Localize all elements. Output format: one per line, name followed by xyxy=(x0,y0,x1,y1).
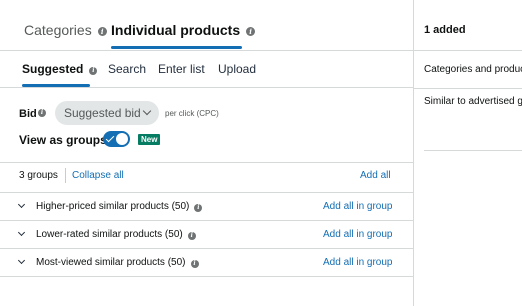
new-badge: New xyxy=(138,134,161,145)
info-icon[interactable]: i xyxy=(187,232,196,240)
targeting-panel: Categories i Individual products i Suggest… xyxy=(0,0,414,306)
add-all-in-group-link[interactable]: Add all in group xyxy=(323,201,393,212)
divider xyxy=(414,88,522,89)
separator xyxy=(65,168,66,183)
tab-individual-products-label: Individual products xyxy=(111,22,241,38)
bid-dropdown[interactable]: Suggested bid xyxy=(55,101,159,125)
divider xyxy=(0,276,414,277)
chevron-down-icon[interactable] xyxy=(17,228,26,237)
tab-categories[interactable]: Categories i xyxy=(24,22,107,38)
info-icon[interactable]: i xyxy=(89,67,98,75)
info-icon[interactable]: i xyxy=(38,109,46,117)
group-name: Higher-priced similar products (50) i xyxy=(36,201,203,212)
chevron-down-icon[interactable] xyxy=(17,256,26,265)
add-all-link[interactable]: Add all xyxy=(360,170,391,181)
bid-dropdown-value: Suggested bid xyxy=(64,106,141,120)
group-name: Most-viewed similar products (50) i xyxy=(36,257,199,268)
add-all-in-group-link[interactable]: Add all in group xyxy=(323,229,393,240)
view-as-groups-toggle[interactable] xyxy=(103,131,130,147)
group-name: Lower-rated similar products (50) i xyxy=(36,229,196,240)
collapse-all-link[interactable]: Collapse all xyxy=(72,170,124,181)
info-icon[interactable]: i xyxy=(190,260,199,268)
view-as-groups-label: View as groups xyxy=(19,133,107,147)
group-row: Lower-rated similar products (50) i Add a… xyxy=(0,221,414,249)
info-icon[interactable]: i xyxy=(194,204,203,212)
group-row: Most-viewed similar products (50) i Add a… xyxy=(0,249,414,277)
bid-label: Bid xyxy=(19,108,37,120)
check-icon xyxy=(105,133,115,143)
group-name-text: Most-viewed similar products (50) xyxy=(36,257,186,268)
active-tab-indicator xyxy=(111,46,242,49)
tab-suggested[interactable]: Suggested i xyxy=(22,62,98,76)
chevron-down-icon xyxy=(142,106,152,116)
tab-enter-list[interactable]: Enter list xyxy=(158,62,205,76)
tab-individual-products[interactable]: Individual products i xyxy=(111,22,256,38)
groups-count: 3 groups xyxy=(19,170,58,181)
divider xyxy=(0,50,414,51)
divider xyxy=(414,50,522,51)
group-name-text: Lower-rated similar products (50) xyxy=(36,229,183,240)
add-all-in-group-link[interactable]: Add all in group xyxy=(323,257,393,268)
tab-suggested-label: Suggested xyxy=(22,62,84,76)
added-count-title: 1 added xyxy=(424,24,466,36)
divider xyxy=(0,162,414,163)
divider xyxy=(0,87,414,88)
divider xyxy=(424,150,522,151)
top-tab-bar: Categories i Individual products i xyxy=(0,0,414,50)
added-panel: 1 added Categories and products Similar … xyxy=(414,0,522,306)
bid-unit-label: per click (CPC) xyxy=(165,109,219,118)
tab-categories-label: Categories xyxy=(24,22,92,38)
tab-search[interactable]: Search xyxy=(108,62,146,76)
toggle-knob xyxy=(116,133,128,145)
added-row-text: Similar to advertised goods xyxy=(424,96,522,107)
added-column-header: Categories and products xyxy=(424,64,522,75)
info-icon[interactable]: i xyxy=(246,27,256,36)
info-icon[interactable]: i xyxy=(97,27,107,36)
chevron-down-icon[interactable] xyxy=(17,200,26,209)
tab-upload[interactable]: Upload xyxy=(218,62,256,76)
group-row: Higher-priced similar products (50) i Add… xyxy=(0,193,414,221)
group-name-text: Higher-priced similar products (50) xyxy=(36,201,190,212)
